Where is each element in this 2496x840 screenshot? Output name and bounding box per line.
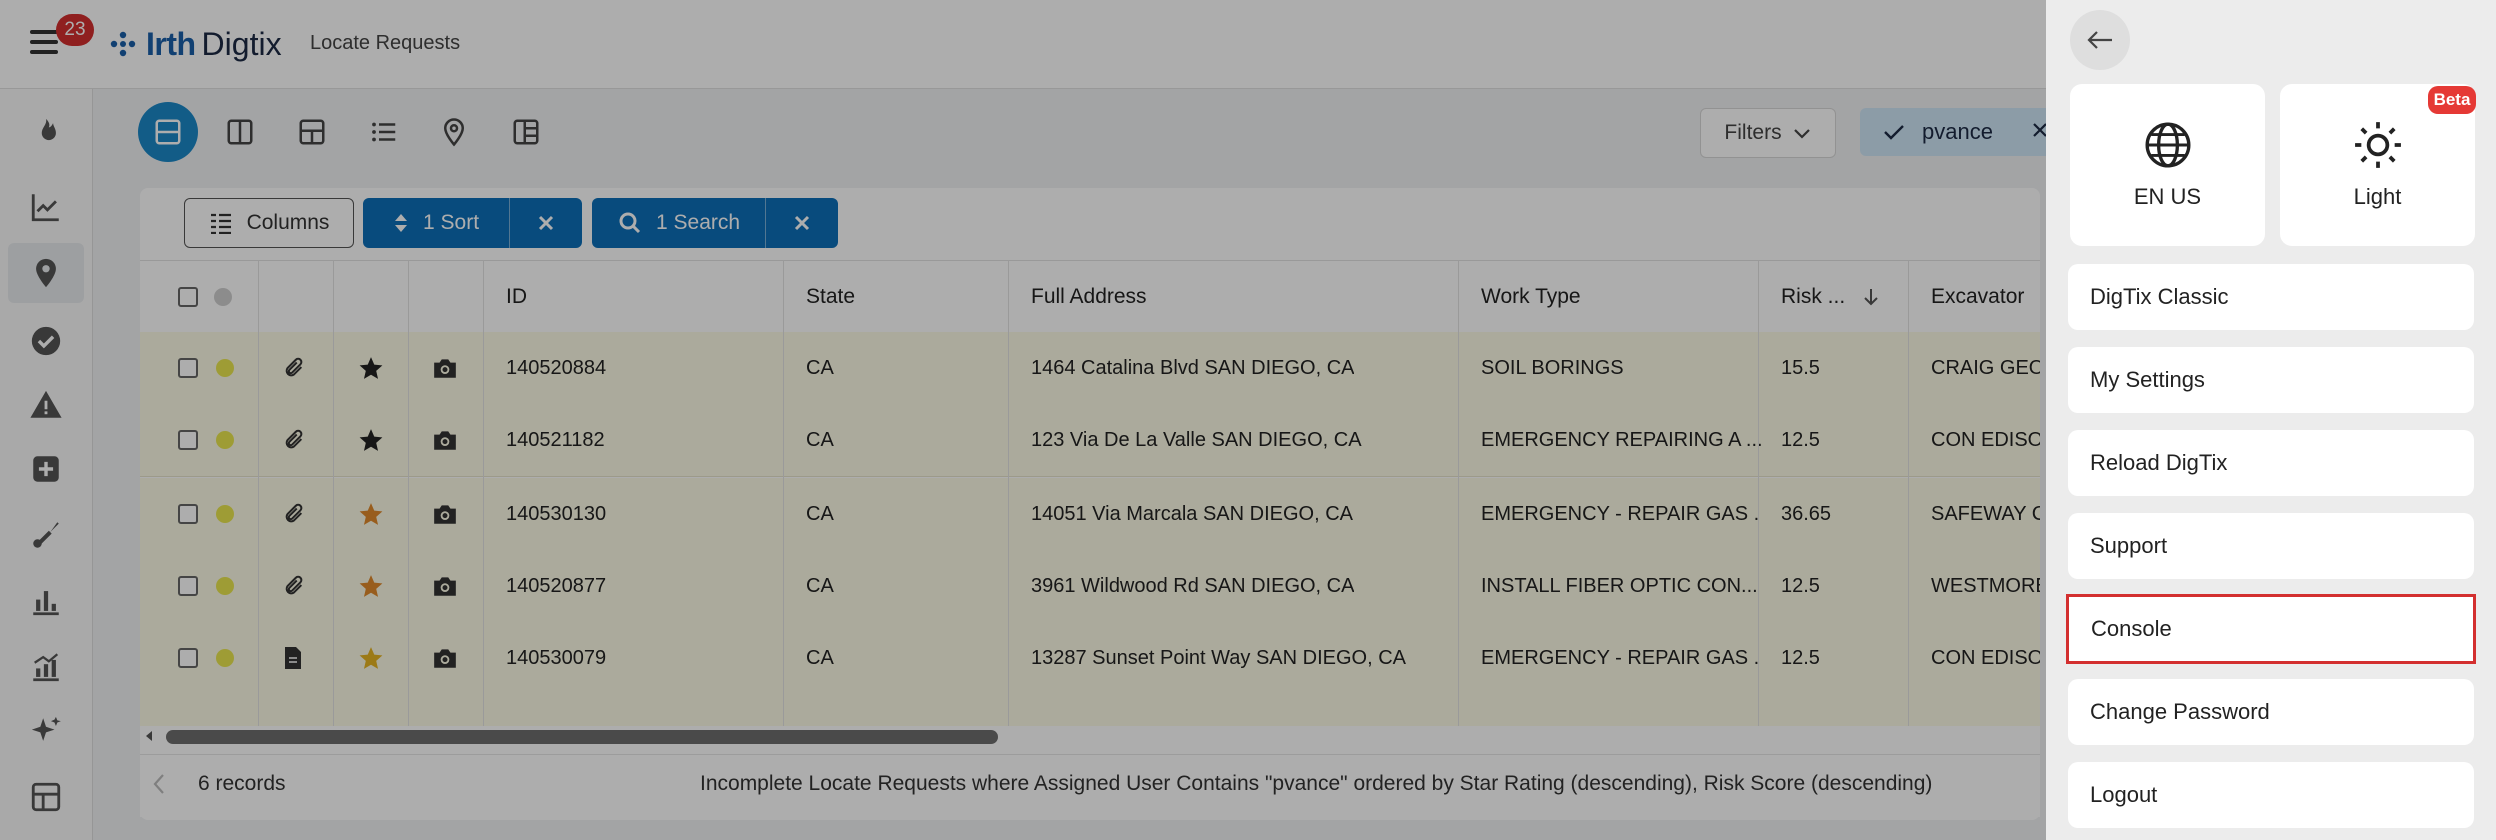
menu-console[interactable]: Console (2066, 594, 2476, 664)
modal-overlay[interactable] (0, 0, 2046, 840)
globe-icon (2145, 122, 2190, 168)
theme-label: Light (2353, 184, 2402, 209)
back-arrow-icon[interactable] (2070, 10, 2130, 70)
menu-change-password[interactable]: Change Password (2068, 679, 2474, 745)
sun-icon (2354, 122, 2401, 168)
menu-my-settings[interactable]: My Settings (2068, 347, 2474, 413)
menu-digtix-classic[interactable]: DigTix Classic (2068, 264, 2474, 330)
menu-reload-digtix[interactable]: Reload DigTix (2068, 430, 2474, 496)
language-tile[interactable]: EN US (2070, 84, 2265, 246)
menu-logout[interactable]: Logout (2068, 762, 2474, 828)
beta-badge: Beta (2428, 86, 2476, 114)
menu-support[interactable]: Support (2068, 513, 2474, 579)
language-label: EN US (2133, 184, 2202, 209)
